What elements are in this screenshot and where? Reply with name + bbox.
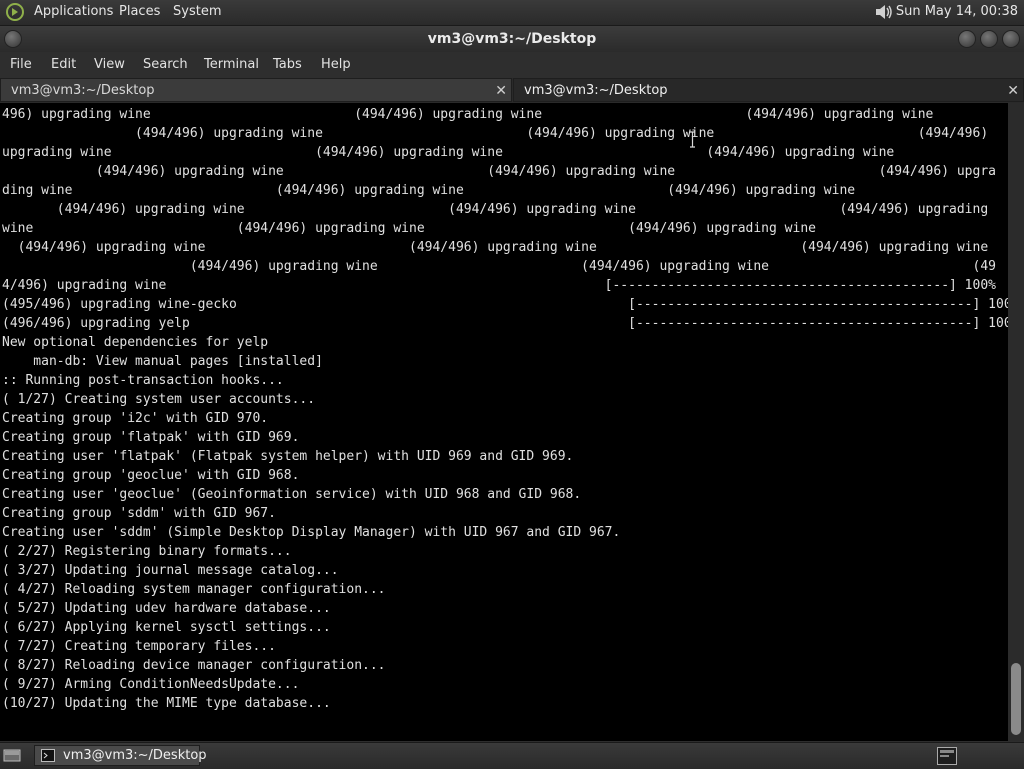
window-menu-icon[interactable] <box>4 30 22 48</box>
terminal-output-area[interactable]: 496) upgrading wine (494/496) upgrading … <box>0 103 1008 741</box>
menu-terminal[interactable]: Terminal <box>204 57 259 72</box>
terminal-scrollbar[interactable] <box>1008 103 1024 741</box>
system-menu[interactable]: System <box>173 4 221 19</box>
places-menu[interactable]: Places <box>119 4 160 19</box>
scrollbar-thumb[interactable] <box>1011 663 1021 735</box>
terminal-line: (494/496) upgrading wine (494/496) upgra… <box>2 164 996 179</box>
window-title: vm3@vm3:~/Desktop <box>427 31 597 47</box>
task-label: vm3@vm3:~/Desktop <box>63 748 207 763</box>
terminal-text: 496) upgrading wine (494/496) upgrading … <box>0 103 1008 713</box>
tab-terminal-2-active[interactable]: vm3@vm3:~/Desktop ✕ <box>513 78 1024 102</box>
terminal-line: ( 2/27) Registering binary formats... <box>2 544 292 559</box>
minimize-icon[interactable] <box>958 30 976 48</box>
terminal-line: Creating user 'flatpak' (Flatpak system … <box>2 449 574 464</box>
terminal-line: (494/496) upgrading wine (494/496) upgra… <box>2 259 996 274</box>
menu-search[interactable]: Search <box>143 57 188 72</box>
tab-bar: vm3@vm3:~/Desktop ✕ vm3@vm3:~/Desktop ✕ <box>0 78 1024 103</box>
clock[interactable]: Sun May 14, 00:38 <box>896 4 1018 19</box>
menu-tabs[interactable]: Tabs <box>273 57 302 72</box>
terminal-line: New optional dependencies for yelp <box>2 335 269 350</box>
terminal-line: (494/496) upgrading wine (494/496) upgra… <box>2 240 989 255</box>
maximize-icon[interactable] <box>980 30 998 48</box>
close-icon[interactable] <box>1002 30 1020 48</box>
tab-label: vm3@vm3:~/Desktop <box>11 83 155 98</box>
terminal-line: ( 6/27) Applying kernel sysctl settings.… <box>2 620 331 635</box>
terminal-line: Creating user 'geoclue' (Geoinformation … <box>2 487 582 502</box>
terminal-line: 4/496) upgrading wine [-----------------… <box>2 278 996 293</box>
tab-close-icon[interactable]: ✕ <box>495 79 507 103</box>
volume-icon[interactable] <box>874 3 894 21</box>
terminal-line: ( 8/27) Reloading device manager configu… <box>2 658 386 673</box>
bottom-panel: vm3@vm3:~/Desktop <box>0 742 1024 769</box>
terminal-line: man-db: View manual pages [installed] <box>2 354 323 369</box>
terminal-icon <box>41 749 55 762</box>
terminal-line: (495/496) upgrading wine-gecko [--------… <box>2 297 1008 312</box>
text-cursor-icon <box>690 131 695 148</box>
terminal-line: ( 3/27) Updating journal message catalog… <box>2 563 339 578</box>
terminal-line: ding wine (494/496) upgrading wine (494/… <box>2 183 856 198</box>
workspace-switcher-icon[interactable] <box>937 747 957 765</box>
menu-edit[interactable]: Edit <box>51 57 76 72</box>
terminal-line: ( 4/27) Reloading system manager configu… <box>2 582 386 597</box>
terminal-line: :: Running post-transaction hooks... <box>2 373 284 388</box>
terminal-line: 496) upgrading wine (494/496) upgrading … <box>2 107 934 122</box>
show-desktop-icon[interactable] <box>3 748 21 763</box>
terminal-line: wine (494/496) upgrading wine (494/496) … <box>2 221 816 236</box>
window-titlebar[interactable]: vm3@vm3:~/Desktop <box>0 26 1024 52</box>
applications-menu[interactable]: Applications <box>34 4 113 19</box>
terminal-line: Creating group 'i2c' with GID 970. <box>2 411 269 426</box>
terminal-line: (496/496) upgrading yelp [--------------… <box>2 316 1008 331</box>
terminal-line: ( 1/27) Creating system user accounts... <box>2 392 316 407</box>
distro-logo-icon[interactable] <box>6 3 24 21</box>
tab-label: vm3@vm3:~/Desktop <box>524 83 668 98</box>
taskbar-terminal-task[interactable]: vm3@vm3:~/Desktop <box>34 745 207 766</box>
menu-file[interactable]: File <box>10 57 32 72</box>
menu-view[interactable]: View <box>94 57 125 72</box>
terminal-line: Creating group 'geoclue' with GID 968. <box>2 468 300 483</box>
terminal-line: ( 7/27) Creating temporary files... <box>2 639 276 654</box>
terminal-line: (494/496) upgrading wine (494/496) upgra… <box>2 126 989 141</box>
menu-help[interactable]: Help <box>321 57 351 72</box>
menubar: File Edit View Search Terminal Tabs Help <box>0 52 1024 78</box>
tab-close-icon[interactable]: ✕ <box>1007 79 1019 103</box>
tab-terminal-1[interactable]: vm3@vm3:~/Desktop ✕ <box>0 78 512 102</box>
terminal-line: (494/496) upgrading wine (494/496) upgra… <box>2 202 989 217</box>
terminal-line: upgrading wine (494/496) upgrading wine … <box>2 145 895 160</box>
top-panel: Applications Places System Sun May 14, 0… <box>0 0 1024 26</box>
terminal-line: Creating user 'sddm' (Simple Desktop Dis… <box>2 525 621 540</box>
terminal-line: Creating group 'flatpak' with GID 969. <box>2 430 300 445</box>
terminal-line: ( 5/27) Updating udev hardware database.… <box>2 601 331 616</box>
terminal-line: ( 9/27) Arming ConditionNeedsUpdate... <box>2 677 300 692</box>
terminal-line: Creating group 'sddm' with GID 967. <box>2 506 276 521</box>
terminal-line: (10/27) Updating the MIME type database.… <box>2 696 331 711</box>
